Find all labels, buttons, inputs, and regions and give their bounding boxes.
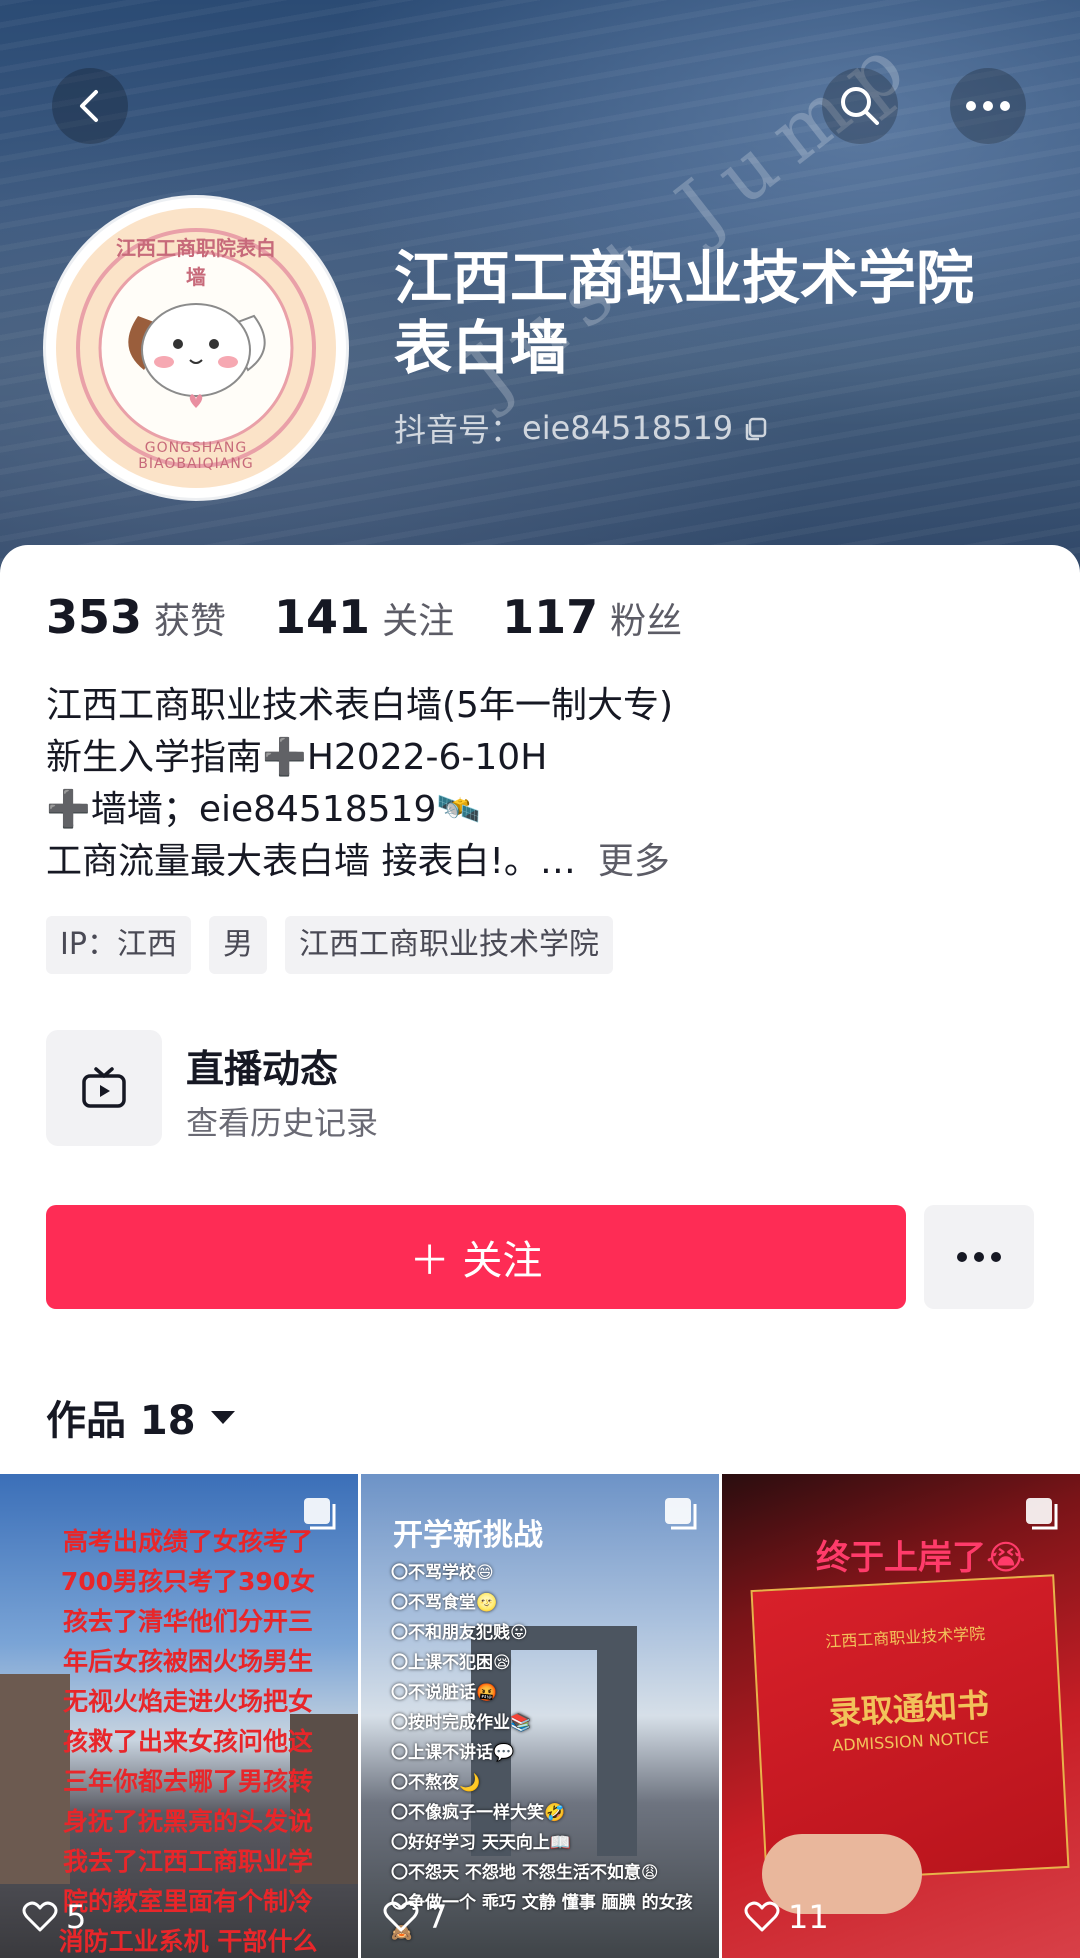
profile-title-line2: 表白墙 (394, 316, 569, 381)
checklist-item: 〇不和朋友犯贱😛 (391, 1623, 528, 1643)
checklist-item: 〇上课不犯困😪 (391, 1653, 511, 1673)
avatar[interactable]: 江西工商职院表白墙 GONGSHANG BIAOBAIQIANG (46, 198, 346, 498)
bio-line-last: 工商流量最大表白墙 接表白!。… 更多 (46, 836, 1046, 888)
video-thumbnail[interactable]: 终于上岸了😭 江西工商职业技术学院 录取通知书 ADMISSION NOTICE… (722, 1474, 1080, 1958)
tab-works[interactable]: 作品 18 (46, 1388, 238, 1446)
back-arrow-icon (80, 90, 98, 122)
bio-line: ➕墙墙；eie84518519🛰️ (46, 789, 482, 830)
follow-button[interactable]: ＋ 关注 (46, 1205, 906, 1309)
video-likes-count: 11 (788, 1898, 829, 1936)
douyin-id-label: 抖音号： (394, 411, 523, 449)
heart-outline-icon (744, 1901, 780, 1932)
checklist-item: 〇上课不讲话💬 (391, 1743, 515, 1763)
following-label[interactable]: 关注 (382, 592, 454, 644)
checklist-item: 〇不说脏话🤬 (391, 1683, 498, 1703)
checklist-item: 〇不骂食堂🌝 (391, 1593, 498, 1613)
bio-line: 新生入学指南➕H2022-6-10H (46, 737, 548, 778)
thumbnail-heading: 开学新挑战 (393, 1518, 543, 1553)
tab-works-label: 作品 18 (46, 1398, 196, 1444)
thumbnail-checklist: 〇不骂学校😄 〇不骂食堂🌝 〇不和朋友犯贱😛 〇上课不犯困😪 〇不说脏话🤬 〇按… (391, 1558, 711, 1948)
live-entry-button[interactable] (46, 1030, 162, 1146)
profile-tags: IP：江西 男 江西工商职业技术学院 (46, 916, 631, 974)
video-likes-count: 7 (427, 1898, 448, 1936)
live-title[interactable]: 直播动态 (186, 1038, 338, 1093)
video-thumbnail[interactable]: 开学新挑战 〇不骂学校😄 〇不骂食堂🌝 〇不和朋友犯贱😛 〇上课不犯困😪 〇不说… (361, 1474, 719, 1958)
thumbnail-caption: 高考出成绩了女孩考了700男孩只考了390女孩去了清华他们分开三年后女孩被困火场… (58, 1527, 318, 1956)
works-grid: 高考出成绩了女孩考了700男孩只考了390女孩去了清华他们分开三年后女孩被困火场… (0, 1474, 1080, 1958)
avatar-bottom-text: GONGSHANG BIAOBAIQIANG (138, 440, 254, 472)
admission-school: 江西工商职业技术学院 (824, 1623, 986, 1652)
checklist-item: 〇好好学习 天天向上📖 (391, 1833, 572, 1853)
search-icon (841, 87, 879, 125)
video-likes: 11 (744, 1898, 829, 1936)
video-thumbnail[interactable]: 高考出成绩了女孩考了700男孩只考了390女孩去了清华他们分开三年后女孩被困火场… (0, 1474, 358, 1958)
video-likes: 7 (383, 1898, 447, 1936)
multi-image-icon (665, 1498, 697, 1530)
checklist-item: 〇不熬夜🌙 (391, 1773, 481, 1793)
video-likes-count: 5 (66, 1898, 87, 1936)
tag-gender: 男 (208, 916, 267, 974)
likes-count: 353 (46, 590, 143, 644)
douyin-id[interactable]: 抖音号： eie84518519 (394, 405, 771, 451)
bio-more-link[interactable]: 更多 (598, 841, 670, 882)
following-count[interactable]: 141 (274, 590, 370, 644)
more-button[interactable] (950, 68, 1026, 144)
more-dots-icon (966, 101, 1010, 111)
checklist-item: 〇不像疯子一样大笑🤣 (391, 1803, 566, 1823)
profile-title-line1: 江西工商职业技术学院 (394, 246, 975, 311)
checklist-item: 〇不怨天 不怨地 不怨生活不如意😩 (391, 1863, 659, 1883)
profile-title: 江西工商职业技术学院 表白墙 (394, 244, 1054, 384)
multi-image-icon (304, 1498, 336, 1530)
likes-label: 获赞 (154, 601, 227, 642)
follow-more-button[interactable] (924, 1205, 1034, 1309)
followers-label[interactable]: 粉丝 (610, 592, 682, 644)
profile-bio: 江西工商职业技术表白墙(5年一制大专) 新生入学指南➕H2022-6-10H ➕… (46, 680, 1046, 888)
back-button[interactable] (52, 68, 128, 144)
live-subtitle[interactable]: 查看历史记录 (186, 1098, 378, 1144)
checklist-item: 〇不骂学校😄 (391, 1563, 494, 1583)
douyin-id-value: eie84518519 (522, 409, 734, 447)
heart-outline-icon (383, 1901, 419, 1932)
avatar-top-text: 江西工商职院表白墙 (116, 236, 276, 289)
multi-image-icon (1026, 1498, 1058, 1530)
profile-stats: 353 获赞 141 关注 117 粉丝 (46, 590, 730, 644)
copy-icon[interactable] (741, 413, 771, 443)
more-dots-icon (957, 1252, 1001, 1262)
tv-icon (82, 1067, 126, 1108)
heart-outline-icon (22, 1901, 58, 1932)
checklist-item: 〇按时完成作业📚 (391, 1713, 532, 1733)
search-button[interactable] (822, 68, 898, 144)
thumbnail-heading: 终于上岸了😭 (816, 1538, 1026, 1578)
followers-count[interactable]: 117 (502, 590, 598, 644)
tag-ip: IP：江西 (46, 916, 191, 974)
tag-school[interactable]: 江西工商职业技术学院 (284, 916, 613, 974)
bio-line: 江西工商职业技术表白墙(5年一制大专) (46, 685, 673, 726)
video-likes: 5 (22, 1898, 86, 1936)
caret-down-icon (210, 1411, 235, 1424)
bio-line: 工商流量最大表白墙 接表白!。… (46, 841, 576, 882)
